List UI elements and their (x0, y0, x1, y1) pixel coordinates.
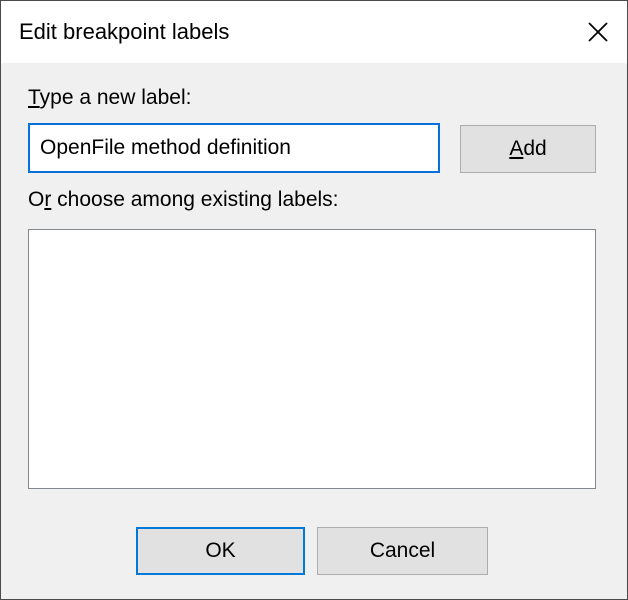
title-bar: Edit breakpoint labels (1, 1, 627, 63)
new-label-prompt-mnemonic: T (28, 86, 40, 109)
new-label-prompt: Type a new label: (28, 85, 191, 111)
edit-breakpoint-labels-dialog: Edit breakpoint labels Type a new label:… (0, 0, 628, 600)
new-label-input[interactable] (28, 123, 440, 173)
close-icon (588, 22, 608, 42)
close-button[interactable] (569, 1, 627, 63)
existing-labels-list[interactable] (28, 229, 596, 489)
cancel-button[interactable]: Cancel (317, 527, 488, 575)
add-button-text: dd (523, 137, 547, 160)
existing-labels-prompt-text: choose among existing labels: (51, 188, 339, 211)
dialog-content: Type a new label: Add Or choose among ex… (1, 63, 627, 599)
new-label-prompt-text: ype a new label: (39, 86, 192, 109)
existing-labels-prompt: Or choose among existing labels: (28, 187, 339, 213)
existing-labels-prompt-first: O (28, 188, 45, 211)
ok-button[interactable]: OK (136, 527, 305, 575)
dialog-title: Edit breakpoint labels (19, 19, 230, 44)
add-button-mnemonic: A (509, 137, 524, 160)
add-button[interactable]: Add (460, 125, 596, 173)
